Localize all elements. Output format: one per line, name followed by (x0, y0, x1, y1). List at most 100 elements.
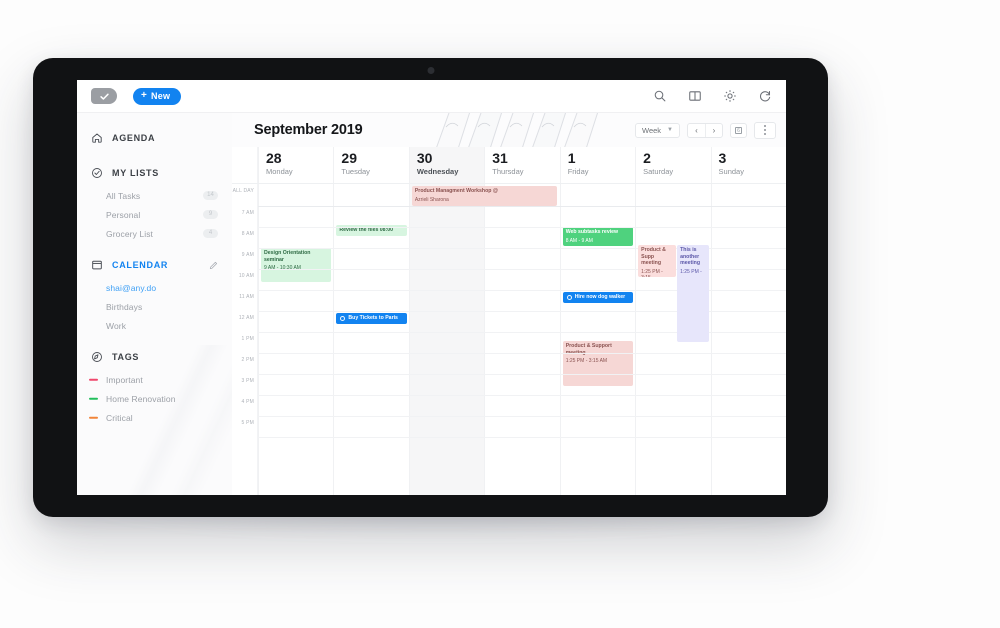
list-badge-count: 4 (203, 229, 218, 238)
new-button-label: New (151, 91, 171, 101)
day-number: 29 (341, 150, 357, 166)
sidebar-item-birthdays[interactable]: Birthdays (77, 297, 232, 316)
plus-icon: + (141, 90, 148, 101)
kebab-menu-icon[interactable] (754, 121, 776, 139)
sidebar-item-calendar-account[interactable]: shai@any.do (77, 278, 232, 297)
event-time: 1:25 PM - 3:15 (641, 268, 663, 278)
event-buy-tickets-paris[interactable]: Buy Tickets to Paris (336, 313, 407, 324)
day-column-3[interactable] (710, 184, 786, 495)
sidebar-item-tag-home-renovation[interactable]: Home Renovation (77, 389, 232, 408)
sidebar-section-agenda[interactable]: AGENDA (77, 125, 232, 151)
pencil-icon[interactable] (209, 261, 218, 270)
time-label: 7 AM (241, 210, 254, 216)
calendar-label: Work (106, 320, 127, 331)
event-title: Web subtasks review (565, 229, 619, 235)
day-number: 30 (416, 150, 433, 166)
page-title: September 2019 (254, 122, 363, 138)
sidebar: AGENDA MY LISTS All Tasks 14 Personal 9 … (77, 113, 232, 495)
event-time: 1:25 PM - 3:15 AM (565, 358, 608, 364)
event-hire-dog-walker[interactable]: Hire now dog walker (562, 292, 634, 303)
sidebar-item-tag-important[interactable]: Important (77, 370, 232, 389)
hour-line (258, 437, 786, 438)
hour-line (258, 416, 786, 417)
event-title: Product & Support meeting (565, 343, 612, 356)
time-label: 9 AM (241, 252, 254, 258)
split-view-icon[interactable] (688, 89, 702, 103)
tablet-device-frame: + New AGENDA MY LISTS All Tasks 14 Perso… (33, 58, 828, 517)
time-label: 2 PM (241, 357, 254, 363)
hour-line (258, 353, 786, 354)
day-header-2[interactable]: 2 Saturday (635, 147, 710, 183)
sidebar-label-agenda: AGENDA (112, 133, 156, 143)
day-columns: Design Orientation seminar 9 AM - 10:30 … (258, 184, 786, 495)
app-logo-icon[interactable] (91, 88, 117, 104)
day-column-28[interactable]: Design Orientation seminar 9 AM - 10:30 … (258, 184, 333, 495)
event-design-orientation[interactable]: Design Orientation seminar 9 AM - 10:30 … (261, 248, 332, 282)
sidebar-section-tags[interactable]: TAGS (77, 344, 232, 370)
search-icon[interactable] (653, 89, 667, 103)
sidebar-item-work[interactable]: Work (77, 316, 232, 335)
day-number: 28 (266, 150, 282, 166)
day-header-30-today[interactable]: 30 Wednesday (408, 147, 485, 183)
day-header-29[interactable]: 29 Tuesday (333, 147, 408, 183)
time-label: 5 PM (241, 420, 254, 426)
event-this-is-another-meeting[interactable]: This is another meeting 1:25 PM - (677, 245, 709, 342)
today-button[interactable]: 6 (730, 122, 747, 138)
event-title: This is another meeting (680, 247, 700, 266)
sidebar-label-tags: TAGS (112, 352, 140, 362)
day-header-row: 28 Monday 29 Tuesday 30 Wednesday 31 Thu… (232, 147, 786, 184)
day-header-28[interactable]: 28 Monday (258, 147, 333, 183)
sync-refresh-icon[interactable] (758, 89, 772, 103)
day-header-1[interactable]: 1 Friday (559, 147, 635, 183)
tag-color-swatch (89, 416, 98, 419)
sidebar-item-all-tasks[interactable]: All Tasks 14 (77, 186, 232, 205)
calendar-grid: ALL DAY 7 AM 8 AM 9 AM 10 AM 11 AM 12 AM… (232, 184, 786, 495)
event-title: Product & Supp meeting (641, 247, 666, 266)
task-checkbox-icon[interactable] (566, 295, 572, 300)
day-header-3[interactable]: 3 Sunday (710, 147, 786, 183)
sidebar-section-calendar[interactable]: CALENDAR (77, 252, 232, 278)
tablet-screen: + New AGENDA MY LISTS All Tasks 14 Perso… (77, 80, 786, 495)
task-checkbox-icon[interactable] (340, 316, 346, 321)
view-selector-value: Week (642, 125, 662, 135)
screenshot-stage: + New AGENDA MY LISTS All Tasks 14 Perso… (0, 0, 1000, 628)
event-product-support-meeting-friday[interactable]: Product & Support meeting 1:25 PM - 3:15… (562, 341, 634, 386)
calendar-controls: Week ▼ ‹ › 6 (635, 121, 776, 139)
day-column-2[interactable]: Product & Supp meeting 1:25 PM - 3:15 Th… (635, 184, 710, 495)
hour-line (258, 227, 786, 228)
day-name: Saturday (643, 167, 674, 176)
day-column-30-today[interactable]: Product Managment Workshop @ Azrieli Sha… (408, 184, 557, 495)
day-name: Thursday (492, 167, 524, 176)
event-product-support-meeting-saturday[interactable]: Product & Supp meeting 1:25 PM - 3:15 (638, 245, 677, 278)
new-task-button[interactable]: + New (133, 87, 182, 105)
list-label: All Tasks (106, 190, 141, 201)
next-week-button[interactable]: › (705, 123, 722, 137)
sidebar-item-grocery-list[interactable]: Grocery List 4 (77, 224, 232, 243)
day-column-1[interactable]: Web subtasks review 8 AM - 9 AM Hire now… (559, 184, 635, 495)
sidebar-item-tag-critical[interactable]: Critical (77, 408, 232, 427)
tag-label: Critical (106, 412, 133, 423)
event-title: Buy Tickets to Paris (348, 315, 398, 322)
sidebar-item-personal[interactable]: Personal 9 (77, 205, 232, 224)
day-header-31[interactable]: 31 Thursday (484, 147, 559, 183)
event-time: 1:25 PM - (680, 268, 702, 275)
event-title: Product Managment Workshop @ (414, 188, 498, 194)
sidebar-label-my-lists: MY LISTS (112, 168, 159, 178)
hour-line (258, 374, 786, 375)
prev-week-button[interactable]: ‹ (688, 124, 705, 137)
settings-gear-icon[interactable] (723, 89, 737, 103)
view-selector-dropdown[interactable]: Week ▼ (635, 122, 680, 138)
event-web-subtasks-review[interactable]: Web subtasks review 8 AM - 9 AM (562, 227, 634, 246)
calendar-nav-group: ‹ › (687, 122, 723, 138)
app-body: AGENDA MY LISTS All Tasks 14 Personal 9 … (77, 113, 786, 495)
paper-sheets-decoration (436, 113, 599, 147)
tag-color-swatch (89, 397, 98, 400)
day-number: 2 (643, 150, 651, 166)
day-number: 31 (492, 150, 508, 166)
day-column-29[interactable]: Review the files 08:00 Buy Tickets to Pa… (333, 184, 408, 495)
sidebar-section-my-lists[interactable]: MY LISTS (77, 160, 232, 186)
event-product-management-workshop[interactable]: Product Managment Workshop @ Azrieli Sha… (411, 186, 557, 206)
time-label: 8 AM (241, 231, 254, 237)
day-column-31[interactable] (484, 184, 559, 495)
